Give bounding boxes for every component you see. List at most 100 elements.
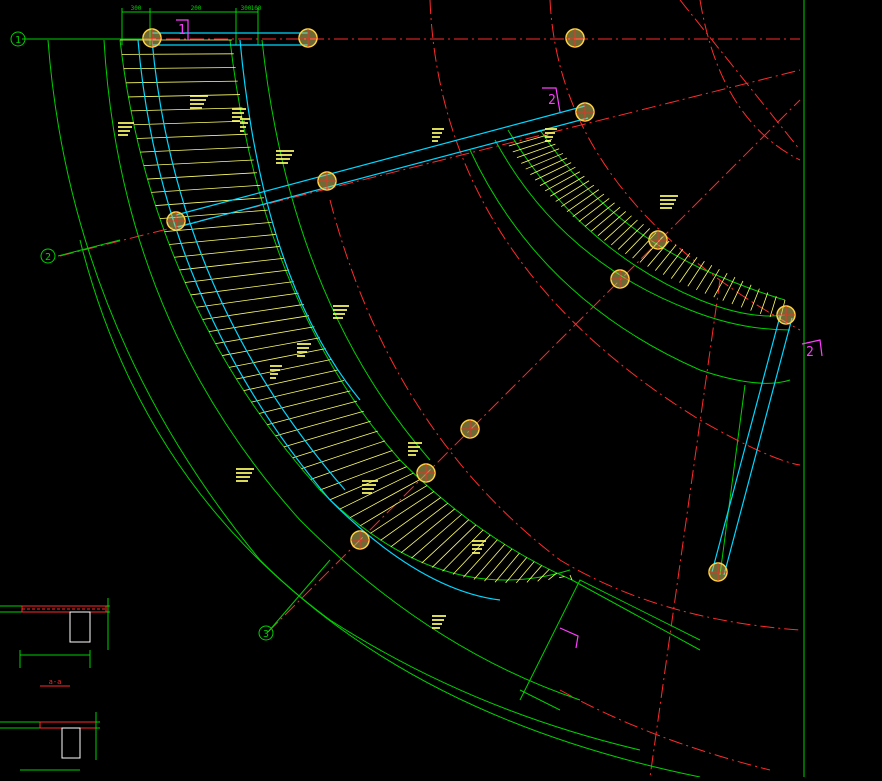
annotation-bar — [240, 130, 244, 132]
section-detail-b — [0, 712, 100, 771]
annotation-bar — [432, 140, 438, 142]
axis-arc-5 — [559, 689, 771, 771]
grid-axes — [22, 0, 801, 778]
bottom-landing-dim-2 — [519, 689, 561, 711]
annotation-bar — [472, 544, 484, 546]
right-tread — [687, 261, 705, 287]
axis-2-leader — [57, 239, 121, 257]
axis-bubble-3[interactable]: 3 — [258, 625, 274, 641]
bottom-landing-dim — [571, 579, 701, 651]
annotation-bar — [297, 343, 311, 345]
main-tread — [179, 257, 285, 271]
top-dim-text-2: 200 — [191, 5, 202, 12]
right-tread — [670, 252, 691, 279]
annotation-bar — [362, 488, 374, 490]
annotation-bar — [432, 623, 442, 625]
annotation-bar — [545, 140, 551, 142]
main-tread — [400, 508, 455, 554]
main-tread — [360, 485, 428, 527]
annotation-bar — [236, 468, 254, 470]
main-tread — [370, 491, 435, 534]
annotation-bar — [270, 377, 276, 379]
axis-arc-3 — [329, 199, 801, 631]
right-flight-treads — [504, 129, 786, 321]
axis-bubble-3-label: 3 — [263, 629, 269, 640]
cad-drawing-viewport[interactable]: 1 2 2 1 2 3 300 200 300 100 a-a — [0, 0, 882, 778]
main-tread — [292, 430, 378, 459]
section-marker-3-label: 2 — [806, 345, 814, 360]
annotation-bar — [333, 305, 349, 307]
right-tread — [561, 184, 595, 207]
main-tread — [196, 292, 299, 308]
right-tread — [534, 162, 572, 181]
section-detail-a-title: a-a — [49, 678, 62, 686]
annotation-bar — [472, 548, 482, 550]
right-tread — [604, 215, 632, 241]
annotation-bar — [232, 108, 246, 110]
annotation-bar — [432, 627, 440, 629]
curved-beam-inner-2 — [239, 39, 361, 401]
main-tread — [283, 420, 371, 448]
annotation-bar — [118, 126, 132, 128]
right-tread — [578, 198, 610, 222]
right-tread — [539, 166, 576, 186]
annotation-bar — [660, 195, 678, 197]
annotation-bar — [236, 472, 252, 474]
main-tread — [133, 120, 246, 126]
axis-bubble-2[interactable]: 2 — [40, 248, 56, 264]
annotation-bar — [270, 369, 280, 371]
main-tread — [267, 400, 358, 426]
right-tread — [566, 189, 600, 212]
annotation-bar — [276, 150, 294, 152]
main-tread — [494, 553, 520, 583]
main-tread — [431, 524, 477, 568]
annotation-bar — [190, 95, 208, 97]
main-tread — [390, 502, 448, 548]
right-tread — [679, 257, 698, 283]
annotation-bar — [333, 313, 345, 315]
main-tread — [151, 184, 261, 193]
annotation-bar — [432, 128, 444, 130]
section-marker-4 — [559, 627, 579, 649]
stair-inner-stringer — [261, 39, 431, 461]
main-tread — [548, 572, 558, 581]
outer-dim-arc-2 — [79, 239, 641, 751]
right-tread — [544, 171, 581, 192]
right-tread — [516, 143, 556, 159]
annotation-bar — [432, 132, 442, 134]
axis-arc-1 — [429, 0, 801, 466]
right-tread — [525, 153, 564, 170]
main-tread — [136, 133, 248, 139]
right-tread — [750, 288, 760, 311]
annotation-bar — [333, 317, 343, 319]
right-tread — [625, 228, 651, 255]
annotation-bar — [240, 122, 248, 124]
right-tread — [610, 219, 638, 246]
annotation-bar — [236, 476, 250, 478]
axis-line-3 — [267, 99, 801, 633]
right-landing-edge — [719, 384, 746, 576]
stair-plan-drawing: 1 2 2 1 2 3 300 200 300 100 a-a — [0, 0, 823, 778]
main-tread — [515, 561, 535, 584]
axis-line-5 — [649, 279, 721, 778]
annotation-bar — [362, 484, 376, 486]
annotation-bar — [472, 552, 480, 554]
right-tread — [597, 211, 627, 237]
annotation-bar — [432, 619, 444, 621]
annotation-bar — [297, 355, 305, 357]
annotation-bar — [660, 207, 672, 209]
main-tread — [184, 269, 290, 283]
right-tread — [521, 148, 560, 164]
annotation-bar — [362, 480, 378, 482]
annotation-bar — [190, 107, 202, 109]
main-tread — [559, 576, 565, 579]
axis-bubble-1-label: 1 — [15, 35, 21, 46]
annotation-bar — [270, 373, 278, 375]
annotation-bar — [270, 365, 282, 367]
main-tread — [155, 197, 265, 206]
axis-arc-2 — [549, 0, 801, 331]
beams — [137, 32, 793, 601]
dimension-lines — [22, 0, 805, 778]
axis-arc-4 — [699, 0, 801, 161]
right-beam-right — [723, 317, 793, 576]
